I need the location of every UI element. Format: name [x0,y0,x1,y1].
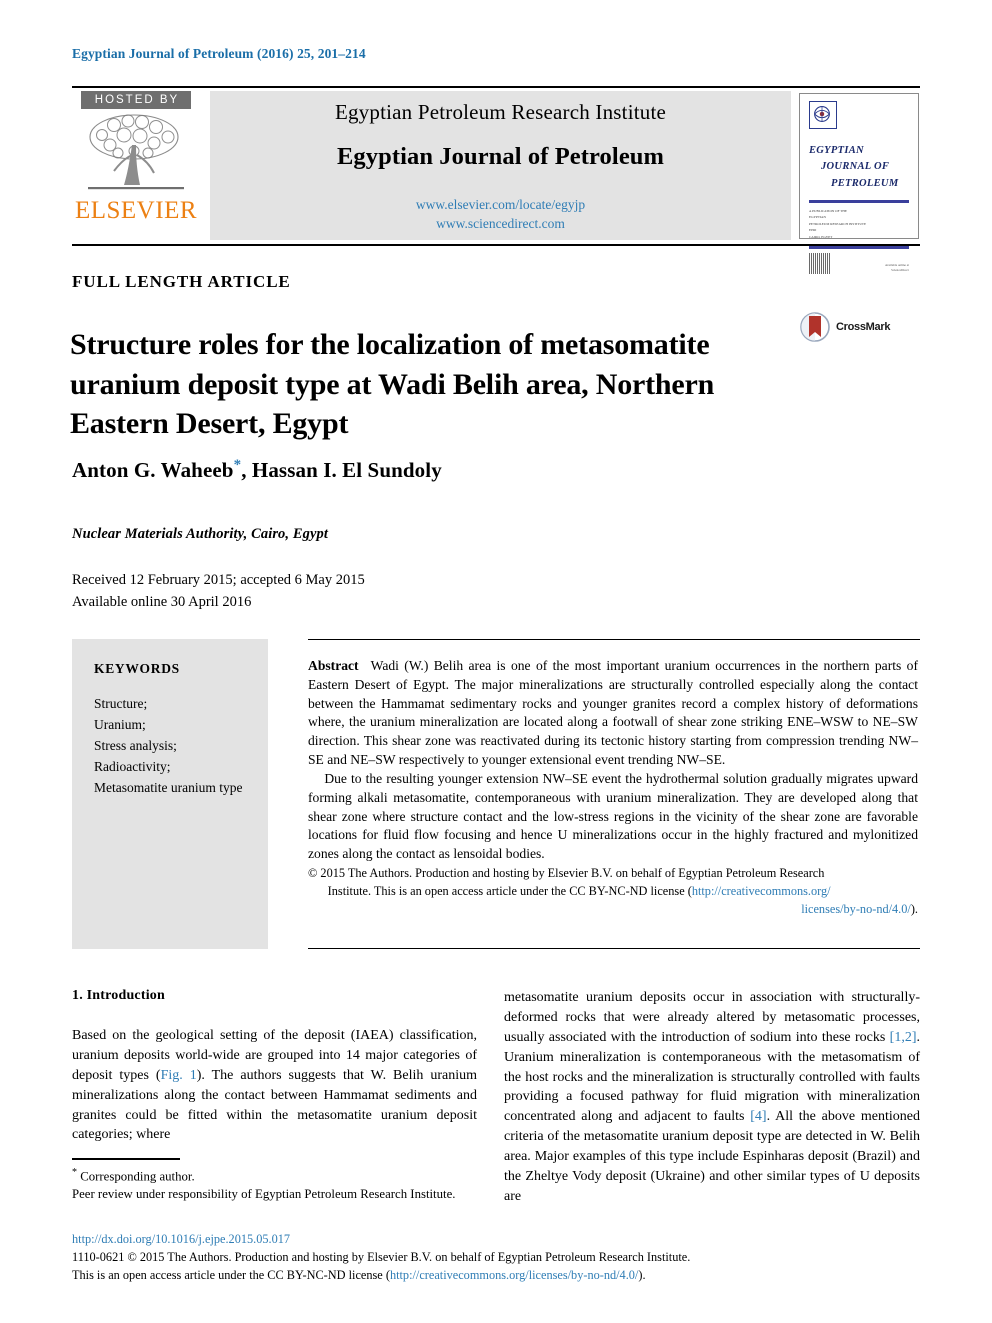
elsevier-branding: HOSTED BY ELSEVIER [72,88,200,244]
cover-title-line-1: EGYPTIAN [809,145,864,156]
sciencedirect-url[interactable]: www.sciencedirect.com [416,215,585,233]
footer-license-link[interactable]: http://creativecommons.org/licenses/by-n… [390,1268,638,1282]
keyword-item: Metasomatite uranium type [94,780,243,796]
crossmark-label: CrossMark [836,321,891,333]
keyword-item: Uranium; [94,717,146,733]
journal-cover-thumbnail: EGYPTIAN JOURNAL OF PETROLEUM A PUBLICAT… [799,93,919,275]
copyright-text-1: © 2015 The Authors. Production and hosti… [308,865,825,880]
abstract-body-column: Abstract Wadi (W.) Belih area is one of t… [308,639,920,949]
footnote-corresponding-author: * Corresponding author. [72,1166,477,1186]
article-page: Egyptian Journal of Petroleum (2016) 25,… [0,0,992,1323]
footer-license-post: ). [638,1267,646,1282]
copyright-text-2-wrap: Institute. This is an open access articl… [308,883,918,901]
footnote-asterisk: * [72,1166,77,1178]
body-column-right: metasomatite uranium deposits occur in a… [504,988,920,1207]
author-primary: Anton G. Waheeb [72,458,234,482]
abstract-heading: Abstract [308,658,359,673]
footnote-divider [72,1158,180,1160]
article-type-label: FULL LENGTH ARTICLE [72,272,291,291]
copyright-text-3-wrap: licenses/by-no-nd/4.0/). [308,901,918,919]
author-list: Anton G. Waheeb*, Hassan I. El Sundoly [72,457,442,483]
intro-paragraph-right: metasomatite uranium deposits occur in a… [504,988,920,1207]
cover-foot-line-2: ScienceDirect [891,268,909,273]
cover-divider-bottom [809,246,909,250]
abstract-section: KEYWORDS Structure; Uranium; Stress anal… [72,639,920,949]
barcode-icon [809,253,831,275]
crossmark-badge[interactable]: CrossMark [800,312,890,342]
keywords-panel: KEYWORDS Structure; Uranium; Stress anal… [72,639,268,949]
license-url-line-1[interactable]: http://creativecommons.org/ [692,884,831,898]
citation-link-4[interactable]: [4] [750,1109,766,1124]
received-date: Received 12 February 2015; accepted 6 Ma… [72,572,365,588]
figure-reference-link[interactable]: Fig. 1 [161,1068,197,1083]
crossmark-icon [800,312,830,342]
cover-publisher-info: A PUBLICATION OF THE EGYPTIAN PETROLEUM … [809,208,909,240]
journal-name: Egyptian Journal of Petroleum [336,143,665,171]
copyright-text-2: Institute. This is an open access articl… [327,883,692,898]
copyright-text-3: ). [910,901,918,916]
author-secondary: , Hassan I. El Sundoly [241,458,442,482]
abstract-paragraph-2: Due to the resulting younger extension N… [308,770,918,862]
available-online-date: Available online 30 April 2016 [72,593,252,610]
hosted-by-badge: HOSTED BY [81,91,191,109]
intro-right-text-a: metasomatite uranium deposits occur in a… [504,990,920,1045]
keyword-item: Stress analysis; [94,738,177,754]
footnote-block: * Corresponding author. Peer review unde… [72,1158,477,1204]
journal-masthead: HOSTED BY ELSEVIER Egyptian Petroleum Re… [72,86,920,275]
keyword-item: Radioactivity; [94,759,171,775]
intro-paragraph-left: Based on the geological setting of the d… [72,1026,477,1145]
footnote-corresponding-text: Corresponding author. [80,1168,195,1183]
elsevier-locate-url[interactable]: www.elsevier.com/locate/egyjp [416,196,585,214]
elsevier-wordmark: ELSEVIER [74,197,198,224]
cover-journal-title: EGYPTIAN JOURNAL OF PETROLEUM [809,143,909,192]
keywords-heading: KEYWORDS [94,661,180,676]
epri-seal-icon [809,101,837,129]
cover-meta-line-5: CAIRO, EGYPT [809,234,833,239]
doi-link[interactable]: http://dx.doi.org/10.1016/j.ejpe.2015.05… [72,1231,920,1248]
page-title: Structure roles for the localization of … [70,328,715,441]
body-column-left: 1. Introduction Based on the geological … [72,988,477,1145]
cover-title-line-3: PETROLEUM [831,177,899,189]
cover-footer-text: Available online at ScienceDirect [885,263,909,275]
cover-divider-top [809,199,909,203]
license-url-line-2[interactable]: licenses/by-no-nd/4.0/ [801,902,911,916]
keyword-item: Structure; [94,696,148,711]
elsevier-tree-icon [88,114,184,190]
abstract-paragraph-1: Abstract Wadi (W.) Belih area is one of t… [308,657,918,770]
cover-footer: Available online at ScienceDirect [809,253,909,275]
abstract-copyright: © 2015 The Authors. Production and hosti… [308,865,918,918]
footer-license-pre: This is an open access article under the… [72,1267,390,1282]
author-affiliation: Nuclear Materials Authority, Cairo, Egyp… [72,526,328,542]
keywords-list: Structure; Uranium; Stress analysis; Rad… [94,693,252,798]
citation-link-1-2[interactable]: [1,2] [890,1030,917,1045]
cover-title-line-2: JOURNAL OF [821,161,890,173]
journal-title-panel: Egyptian Petroleum Research Institute Eg… [210,91,791,240]
page-footer: http://dx.doi.org/10.1016/j.ejpe.2015.05… [72,1231,920,1284]
abstract-text: Abstract Wadi (W.) Belih area is one of t… [308,643,920,932]
footnote-peer-review: Peer review under responsibility of Egyp… [72,1186,456,1201]
journal-urls: www.elsevier.com/locate/egyjp www.scienc… [416,196,585,232]
running-head: Egyptian Journal of Petroleum (2016) 25,… [72,46,366,61]
article-history: Received 12 February 2015; accepted 6 Ma… [72,570,365,614]
institute-name: Egyptian Petroleum Research Institute [334,100,667,125]
abstract-paragraph-1-text: Wadi (W.) Belih area is one of the most … [308,658,918,768]
footer-copyright-line: 1110-0621 © 2015 The Authors. Production… [72,1250,691,1265]
section-heading-introduction: 1. Introduction [72,988,165,1003]
